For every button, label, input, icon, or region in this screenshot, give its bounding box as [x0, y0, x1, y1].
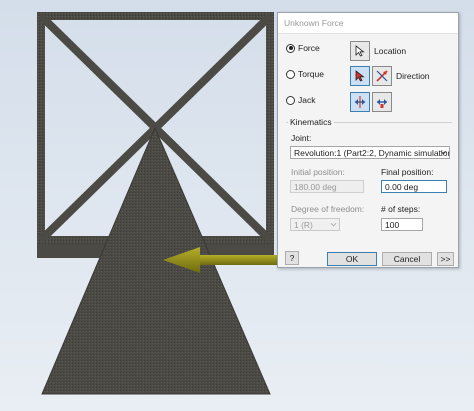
help-icon: ?	[289, 253, 295, 263]
radio-jack-label: Jack	[298, 95, 316, 105]
location-select-button[interactable]	[350, 41, 370, 61]
final-position-input[interactable]: 0.00 deg	[381, 180, 447, 193]
kinematics-group-title: Kinematics	[288, 117, 334, 127]
joint-label: Joint:	[291, 133, 312, 143]
location-label: Location	[374, 46, 407, 56]
chevron-down-icon	[440, 150, 447, 155]
degree-of-freedom-label: Degree of freedom:	[291, 204, 365, 214]
direction-label: Direction	[396, 71, 430, 81]
dialog-title: Unknown Force	[284, 18, 344, 28]
cursor-arrow-red-icon	[355, 70, 365, 82]
jack-location-button[interactable]	[350, 92, 370, 112]
expand-label: >>	[440, 254, 451, 264]
final-position-value: 0.00 deg	[385, 181, 419, 192]
radio-checked-icon[interactable]	[286, 43, 295, 53]
radio-unchecked-icon[interactable]	[286, 95, 295, 105]
final-position-label: Final position:	[381, 167, 434, 177]
chevron-down-icon	[330, 222, 337, 227]
joint-select[interactable]: Revolution:1 (Part2:2, Dynamic simulatio…	[290, 146, 450, 159]
initial-position-input[interactable]: 180.00 deg	[290, 180, 364, 193]
cancel-button[interactable]: Cancel	[382, 252, 432, 266]
steps-input[interactable]: 100	[381, 218, 423, 231]
radio-torque[interactable]: Torque	[286, 69, 324, 79]
dialog-titlebar: Unknown Force	[278, 13, 458, 34]
initial-position-value: 180.00 deg	[294, 181, 337, 192]
steps-label: # of steps:	[381, 204, 421, 214]
jack-location-icon	[355, 96, 365, 108]
radio-unchecked-icon[interactable]	[286, 69, 295, 79]
joint-select-value: Revolution:1 (Part2:2, Dynamic simulatio…	[294, 147, 450, 158]
flip-direction-button[interactable]	[372, 66, 392, 86]
radio-force-label: Force	[298, 43, 320, 53]
unknown-force-dialog: Unknown Force Force Torque Jack Location…	[277, 12, 459, 268]
flip-direction-icon	[376, 70, 388, 82]
direction-select-button[interactable]	[350, 66, 370, 86]
ok-label: OK	[345, 254, 359, 264]
degree-of-freedom-select[interactable]: 1 (R)	[290, 218, 340, 231]
radio-torque-label: Torque	[298, 69, 324, 79]
help-button[interactable]: ?	[285, 251, 299, 265]
radio-jack[interactable]: Jack	[286, 95, 315, 105]
steps-value: 100	[385, 219, 400, 230]
jack-direction-button[interactable]	[372, 92, 392, 112]
degree-of-freedom-value: 1 (R)	[294, 219, 313, 230]
expand-button[interactable]: >>	[437, 252, 454, 266]
ok-button[interactable]: OK	[327, 252, 377, 266]
cancel-label: Cancel	[393, 254, 421, 264]
jack-direction-icon	[377, 99, 387, 108]
cursor-arrow-icon	[355, 45, 365, 57]
radio-force[interactable]: Force	[286, 43, 320, 53]
initial-position-label: Initial position:	[291, 167, 345, 177]
